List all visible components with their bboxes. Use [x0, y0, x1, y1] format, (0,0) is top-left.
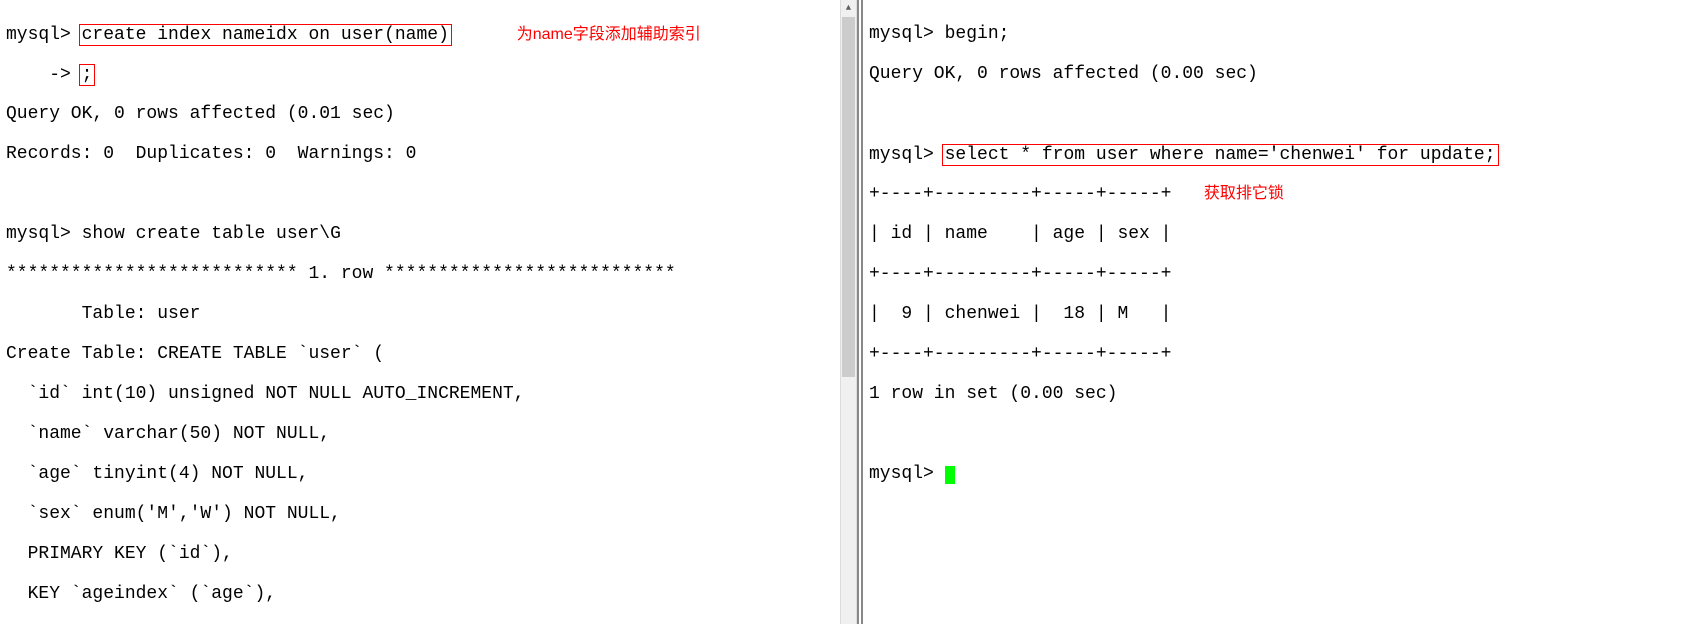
table-separator: +----+---------+-----+-----+: [869, 184, 1171, 204]
terminal-line: PRIMARY KEY (`id`),: [6, 544, 834, 564]
sql-command: begin;: [945, 24, 1010, 44]
terminal-line: `name` varchar(50) NOT NULL,: [6, 424, 834, 444]
prompt: mysql>: [869, 24, 934, 44]
highlight-box: ;: [79, 64, 96, 86]
vertical-scrollbar[interactable]: ▲ ▼: [840, 0, 857, 624]
prompt: mysql>: [869, 145, 934, 165]
terminal-line: `age` tinyint(4) NOT NULL,: [6, 464, 834, 484]
terminal-line: Query OK, 0 rows affected (0.00 sec): [869, 64, 1697, 84]
terminal-line: mysql>: [869, 464, 1697, 484]
highlight-box: select * from user where name='chenwei' …: [942, 144, 1499, 166]
continuation-prompt: ->: [6, 65, 71, 85]
terminal-line: Query OK, 0 rows affected (0.01 sec): [6, 104, 834, 124]
sql-command: show create table user\G: [82, 224, 341, 244]
terminal-line: +----+---------+-----+-----+ 获取排它锁: [869, 184, 1697, 204]
terminal-line: [869, 424, 1697, 444]
annotation-text: 为name字段添加辅助索引: [517, 26, 701, 43]
terminal-line: mysql> show create table user\G: [6, 224, 834, 244]
annotation-text: 获取排它锁: [1204, 185, 1284, 202]
terminal-line: *************************** 1. row *****…: [6, 264, 834, 284]
terminal-line: -> ;: [6, 64, 834, 84]
terminal-line: mysql> begin;: [869, 24, 1697, 44]
cursor-icon: [945, 466, 955, 484]
terminal-line: 1 row in set (0.00 sec): [869, 384, 1697, 404]
terminal-line: +----+---------+-----+-----+: [869, 344, 1697, 364]
prompt: mysql>: [6, 224, 71, 244]
highlight-box: create index nameidx on user(name): [79, 24, 452, 46]
terminal-line: [6, 184, 834, 204]
terminal-line: | 9 | chenwei | 18 | M |: [869, 304, 1697, 324]
prompt: mysql>: [869, 464, 934, 484]
terminal-line: KEY `ageindex` (`age`),: [6, 584, 834, 604]
terminal-split-container: mysql> create index nameidx on user(name…: [0, 0, 1704, 624]
scrollbar-arrow-up-icon[interactable]: ▲: [841, 0, 856, 17]
terminal-line: `id` int(10) unsigned NOT NULL AUTO_INCR…: [6, 384, 834, 404]
scrollbar-thumb[interactable]: [842, 17, 855, 377]
terminal-line: | id | name | age | sex |: [869, 224, 1697, 244]
sql-command: select * from user where name='chenwei' …: [945, 145, 1496, 165]
terminal-pane-left[interactable]: mysql> create index nameidx on user(name…: [0, 0, 840, 624]
sql-command: create index nameidx on user(name): [82, 25, 449, 45]
terminal-line: +----+---------+-----+-----+: [869, 264, 1697, 284]
prompt: mysql>: [6, 25, 71, 45]
terminal-line: Create Table: CREATE TABLE `user` (: [6, 344, 834, 364]
terminal-line: mysql> select * from user where name='ch…: [869, 144, 1697, 164]
sql-command: ;: [82, 65, 93, 85]
terminal-line: Records: 0 Duplicates: 0 Warnings: 0: [6, 144, 834, 164]
terminal-pane-right[interactable]: mysql> begin; Query OK, 0 rows affected …: [863, 0, 1703, 624]
terminal-line: mysql> create index nameidx on user(name…: [6, 24, 834, 44]
terminal-line: [869, 104, 1697, 124]
terminal-line: Table: user: [6, 304, 834, 324]
terminal-line: `sex` enum('M','W') NOT NULL,: [6, 504, 834, 524]
